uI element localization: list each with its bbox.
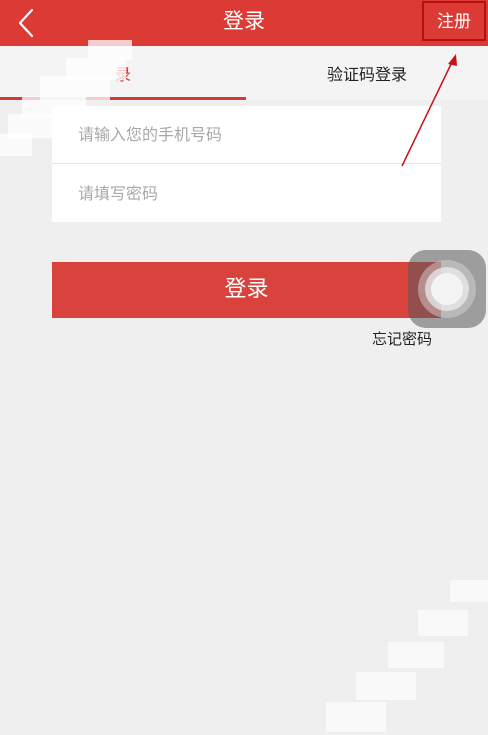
login-form [52, 106, 441, 222]
login-tabs: 录 验证码登录 [0, 46, 488, 100]
header-bar: 登录 注册 [0, 0, 488, 46]
assistive-touch-button[interactable] [408, 250, 486, 328]
assistive-touch-icon [418, 260, 476, 318]
tab-sms-login[interactable]: 验证码登录 [246, 46, 488, 100]
login-screen: 登录 注册 录 验证码登录 登录 忘记密码 [0, 0, 488, 735]
tab-label: 验证码登录 [326, 65, 407, 84]
forgot-password-link[interactable]: 忘记密码 [372, 328, 442, 350]
password-field-row [52, 164, 441, 222]
chevron-left-icon [18, 8, 34, 38]
login-button[interactable]: 登录 [52, 262, 441, 318]
active-tab-indicator [0, 97, 246, 100]
register-button[interactable]: 注册 [422, 1, 486, 41]
tab-password-login[interactable]: 录 [0, 46, 246, 100]
back-button[interactable] [8, 0, 44, 46]
page-title: 登录 [223, 9, 265, 33]
phone-field-row [52, 106, 441, 164]
watermark-mosaic-bottom [300, 580, 488, 735]
phone-input[interactable] [52, 106, 441, 163]
password-input[interactable] [52, 164, 441, 222]
tab-label: 录 [114, 65, 131, 84]
